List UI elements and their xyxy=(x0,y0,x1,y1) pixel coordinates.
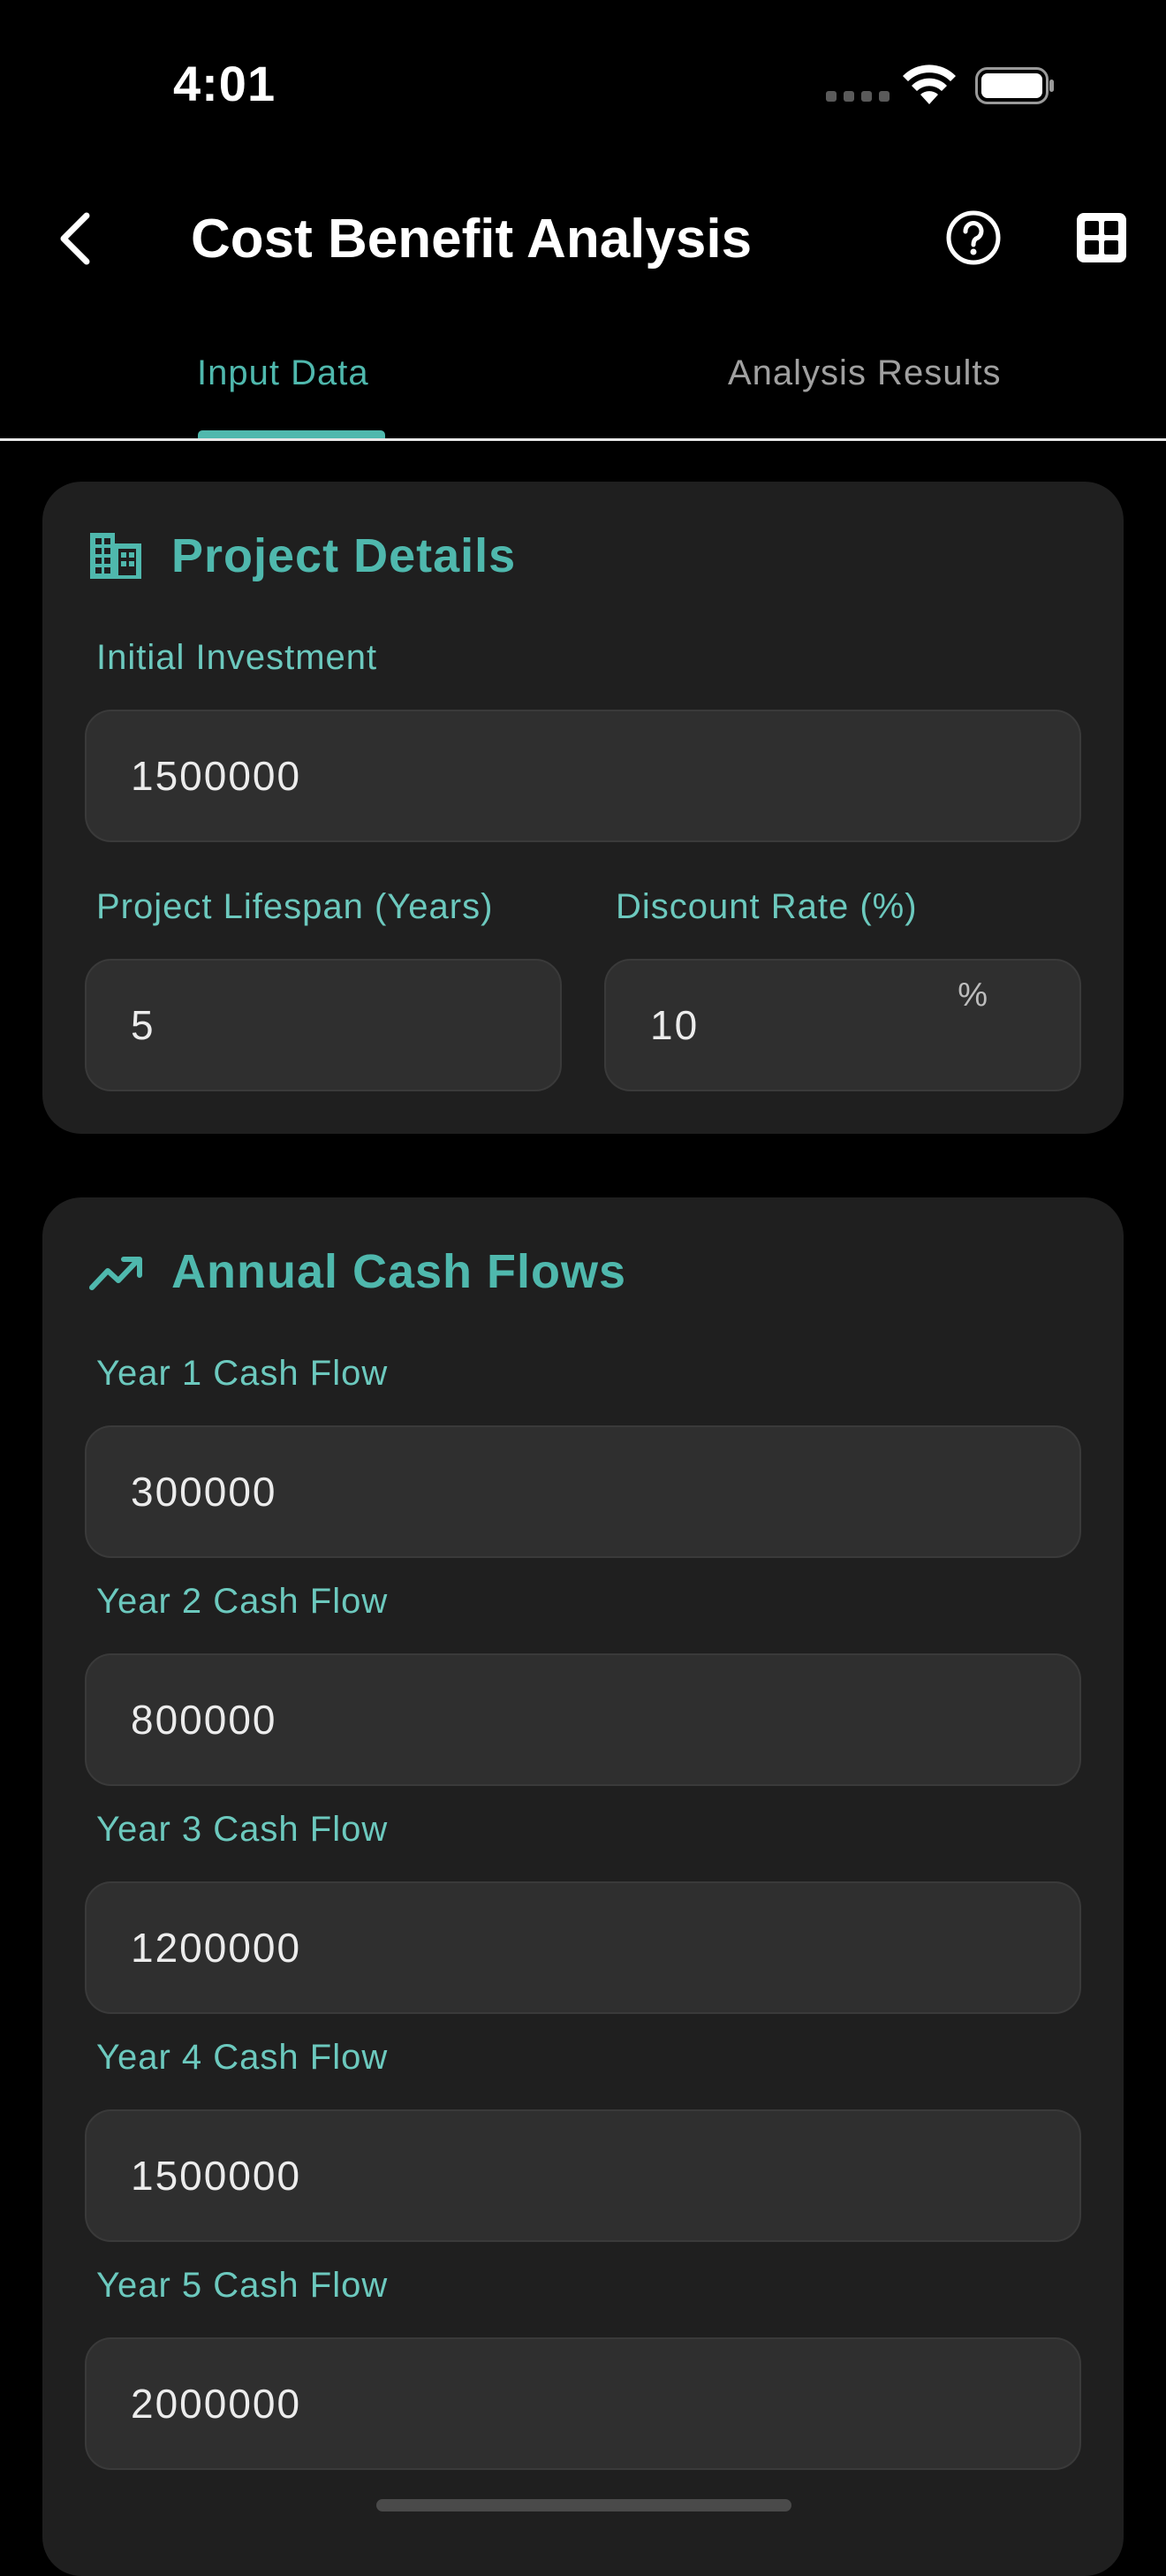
year-3-cash-flow-input[interactable] xyxy=(131,1883,1035,2012)
discount-rate-field[interactable]: % xyxy=(604,959,1081,1091)
annual-cash-flows-card: Annual Cash Flows Year 1 Cash Flow Year … xyxy=(42,1197,1124,2576)
status-bar: 4:01 xyxy=(0,0,1166,168)
project-lifespan-label: Project Lifespan (Years) xyxy=(96,887,494,926)
year-3-cash-flow-label: Year 3 Cash Flow xyxy=(96,1810,389,1849)
back-arrow-icon[interactable] xyxy=(53,212,99,265)
building-icon xyxy=(90,533,141,579)
year-3-cash-flow-field[interactable] xyxy=(85,1881,1081,2014)
project-lifespan-input[interactable] xyxy=(131,961,516,1090)
page-title: Cost Benefit Analysis xyxy=(191,209,753,270)
battery-icon xyxy=(975,67,1054,104)
year-4-cash-flow-field[interactable] xyxy=(85,2109,1081,2242)
project-details-card: Project Details Initial Investment Proje… xyxy=(42,482,1124,1134)
year-1-cash-flow-label: Year 1 Cash Flow xyxy=(96,1354,389,1393)
project-details-header: Project Details xyxy=(88,528,516,584)
cellular-signal-icon xyxy=(826,91,890,102)
home-indicator[interactable] xyxy=(376,2499,791,2511)
initial-investment-field[interactable] xyxy=(85,710,1081,842)
year-1-cash-flow-input[interactable] xyxy=(131,1427,1035,1556)
year-5-cash-flow-field[interactable] xyxy=(85,2337,1081,2470)
tab-analysis-results[interactable]: Analysis Results xyxy=(728,353,1001,393)
status-time: 4:01 xyxy=(173,56,276,111)
annual-cash-flows-title: Annual Cash Flows xyxy=(171,1245,627,1298)
year-1-cash-flow-field[interactable] xyxy=(85,1425,1081,1558)
initial-investment-input[interactable] xyxy=(131,711,1035,840)
year-2-cash-flow-field[interactable] xyxy=(85,1653,1081,1786)
year-5-cash-flow-input[interactable] xyxy=(131,2339,1035,2468)
year-4-cash-flow-label: Year 4 Cash Flow xyxy=(96,2038,389,2077)
year-2-cash-flow-label: Year 2 Cash Flow xyxy=(96,1582,389,1621)
project-lifespan-field[interactable] xyxy=(85,959,562,1091)
trending-up-icon xyxy=(89,1257,142,1290)
grid-view-icon[interactable] xyxy=(1074,210,1129,265)
annual-cash-flows-header: Annual Cash Flows xyxy=(88,1243,626,1300)
help-icon[interactable] xyxy=(945,209,1002,266)
initial-investment-label: Initial Investment xyxy=(96,638,378,677)
active-tab-indicator xyxy=(198,430,385,438)
year-2-cash-flow-input[interactable] xyxy=(131,1655,1035,1784)
percent-suffix: % xyxy=(958,976,988,1014)
tab-input-data[interactable]: Input Data xyxy=(197,353,369,393)
year-4-cash-flow-input[interactable] xyxy=(131,2111,1035,2240)
year-5-cash-flow-label: Year 5 Cash Flow xyxy=(96,2266,389,2305)
project-details-title: Project Details xyxy=(171,529,517,582)
tab-bar: Input Data Analysis Results xyxy=(0,336,1166,441)
wifi-icon xyxy=(903,65,956,104)
discount-rate-label: Discount Rate (%) xyxy=(616,887,918,926)
